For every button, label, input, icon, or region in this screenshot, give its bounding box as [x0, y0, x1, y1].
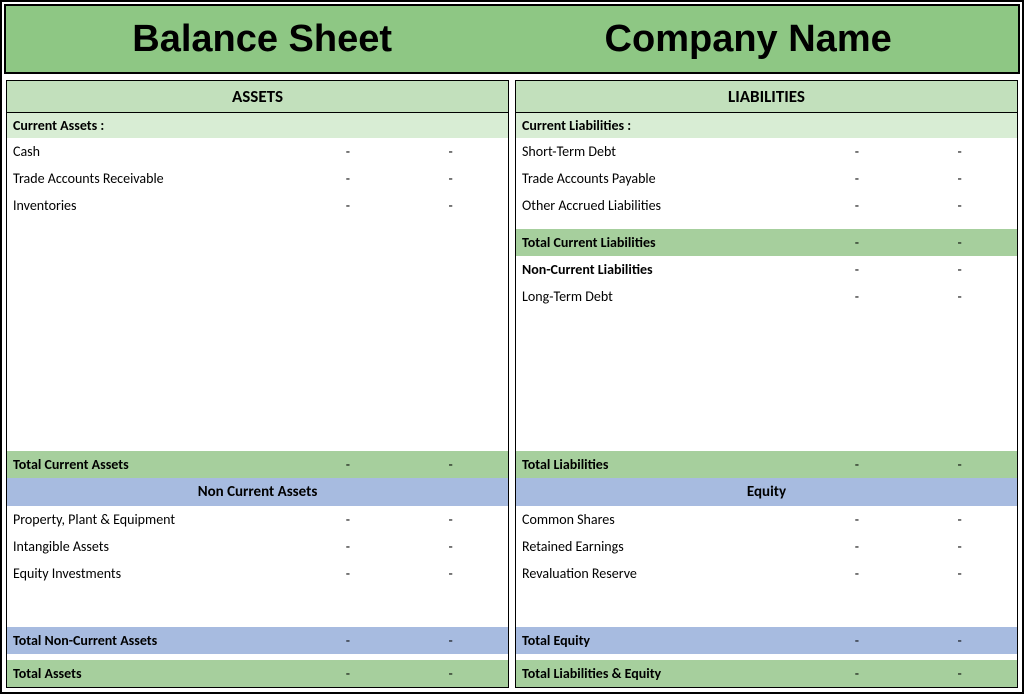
total-current-liabilities: Total Current Liabilities - -: [516, 229, 1017, 256]
line-equity-investments[interactable]: Equity Investments - -: [7, 560, 508, 587]
line-value-1[interactable]: -: [806, 565, 909, 582]
line-label: Short-Term Debt: [522, 143, 806, 160]
total-label: Total Equity: [522, 632, 806, 649]
total-value-1: -: [297, 632, 400, 649]
line-value-1: -: [806, 261, 909, 278]
line-value-2[interactable]: -: [908, 143, 1011, 160]
line-value-2[interactable]: -: [399, 197, 502, 214]
total-value-2: -: [908, 665, 1011, 682]
line-ppe[interactable]: Property, Plant & Equipment - -: [7, 506, 508, 533]
line-value-1[interactable]: -: [297, 511, 400, 528]
total-value-2: -: [908, 234, 1011, 251]
total-value-2: -: [908, 632, 1011, 649]
total-label: Total Liabilities: [522, 456, 806, 473]
line-value-2: -: [908, 261, 1011, 278]
line-cash[interactable]: Cash - -: [7, 138, 508, 165]
line-value-2[interactable]: -: [399, 511, 502, 528]
line-label: Cash: [13, 143, 297, 160]
assets-column: ASSETS Current Assets : Cash - - Trade A…: [6, 80, 509, 688]
total-label: Total Assets: [13, 665, 297, 682]
liabilities-header: LIABILITIES: [516, 81, 1017, 113]
total-value-1: -: [297, 665, 400, 682]
total-equity: Total Equity - -: [516, 627, 1017, 654]
line-value-2[interactable]: -: [908, 170, 1011, 187]
line-label: Non-Current Liabilities: [522, 261, 806, 278]
total-value-1: -: [297, 456, 400, 473]
line-value-1[interactable]: -: [806, 143, 909, 160]
total-assets: Total Assets - -: [7, 660, 508, 687]
line-label: Property, Plant & Equipment: [13, 511, 297, 528]
sheet-header: Balance Sheet Company Name: [4, 4, 1020, 74]
total-value-2: -: [399, 665, 502, 682]
line-long-term-debt[interactable]: Long-Term Debt - -: [516, 283, 1017, 310]
line-label: Common Shares: [522, 511, 806, 528]
line-label: Other Accrued Liabilities: [522, 197, 806, 214]
total-current-assets: Total Current Assets - -: [7, 451, 508, 478]
line-value-2[interactable]: -: [399, 538, 502, 555]
total-liabilities: Total Liabilities - -: [516, 451, 1017, 478]
equity-header: Equity: [516, 478, 1017, 506]
assets-header: ASSETS: [7, 81, 508, 113]
line-value-1[interactable]: -: [806, 197, 909, 214]
total-label: Total Current Assets: [13, 456, 297, 473]
line-value-2[interactable]: -: [908, 538, 1011, 555]
total-value-1: -: [806, 665, 909, 682]
noncurrent-assets-header: Non Current Assets: [7, 478, 508, 506]
total-label: Total Liabilities & Equity: [522, 665, 806, 682]
line-revaluation-reserve[interactable]: Revaluation Reserve - -: [516, 560, 1017, 587]
line-receivable[interactable]: Trade Accounts Receivable - -: [7, 165, 508, 192]
line-value-2[interactable]: -: [399, 170, 502, 187]
line-value-1[interactable]: -: [806, 170, 909, 187]
total-value-2: -: [399, 632, 502, 649]
total-noncurrent-assets: Total Non-Current Assets - -: [7, 627, 508, 654]
line-retained-earnings[interactable]: Retained Earnings - -: [516, 533, 1017, 560]
line-accrued[interactable]: Other Accrued Liabilities - -: [516, 192, 1017, 219]
total-label: Total Current Liabilities: [522, 234, 806, 251]
line-value-2[interactable]: -: [908, 197, 1011, 214]
line-value-2[interactable]: -: [908, 565, 1011, 582]
noncurrent-liabilities-label: Non-Current Liabilities - -: [516, 256, 1017, 283]
line-label: Long-Term Debt: [522, 288, 806, 305]
line-label: Trade Accounts Receivable: [13, 170, 297, 187]
line-label: Revaluation Reserve: [522, 565, 806, 582]
line-intangible[interactable]: Intangible Assets - -: [7, 533, 508, 560]
line-label: Trade Accounts Payable: [522, 170, 806, 187]
line-common-shares[interactable]: Common Shares - -: [516, 506, 1017, 533]
line-value-1[interactable]: -: [297, 143, 400, 160]
line-value-2[interactable]: -: [399, 143, 502, 160]
title-right: Company Name: [605, 18, 892, 61]
total-value-2: -: [399, 456, 502, 473]
line-value-1[interactable]: -: [297, 170, 400, 187]
total-liabilities-equity: Total Liabilities & Equity - -: [516, 660, 1017, 687]
line-inventories[interactable]: Inventories - -: [7, 192, 508, 219]
title-left: Balance Sheet: [132, 18, 392, 61]
line-label: Inventories: [13, 197, 297, 214]
current-liabilities-label: Current Liabilities :: [516, 113, 1017, 138]
line-value-1[interactable]: -: [297, 538, 400, 555]
total-value-2: -: [908, 456, 1011, 473]
total-value-1: -: [806, 456, 909, 473]
line-value-2[interactable]: -: [399, 565, 502, 582]
current-assets-label: Current Assets :: [7, 113, 508, 138]
line-value-1[interactable]: -: [297, 565, 400, 582]
line-value-2[interactable]: -: [908, 288, 1011, 305]
line-value-1[interactable]: -: [806, 511, 909, 528]
line-value-1[interactable]: -: [806, 288, 909, 305]
line-label: Equity Investments: [13, 565, 297, 582]
line-value-1[interactable]: -: [297, 197, 400, 214]
sheet-content: ASSETS Current Assets : Cash - - Trade A…: [2, 76, 1022, 692]
line-label: Intangible Assets: [13, 538, 297, 555]
total-value-1: -: [806, 632, 909, 649]
liabilities-column: LIABILITIES Current Liabilities : Short-…: [515, 80, 1018, 688]
line-value-2[interactable]: -: [908, 511, 1011, 528]
total-value-1: -: [806, 234, 909, 251]
line-label: Retained Earnings: [522, 538, 806, 555]
line-payable[interactable]: Trade Accounts Payable - -: [516, 165, 1017, 192]
total-label: Total Non-Current Assets: [13, 632, 297, 649]
line-value-1[interactable]: -: [806, 538, 909, 555]
line-short-term-debt[interactable]: Short-Term Debt - -: [516, 138, 1017, 165]
